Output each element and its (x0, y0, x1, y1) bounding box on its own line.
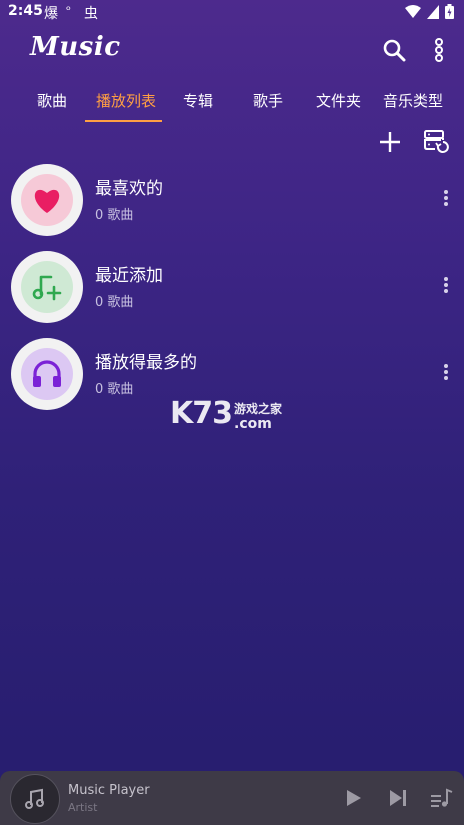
tab-songs[interactable]: 歌曲 (37, 90, 67, 111)
more-options-button[interactable] (425, 36, 453, 64)
playlist-more-button[interactable] (436, 360, 456, 384)
watermark-logo: K73 游戏之家 .com (170, 396, 282, 431)
status-time: 2:45 (8, 3, 43, 19)
album-art (10, 774, 60, 824)
wifi-icon (405, 4, 421, 18)
playlist-avatar (11, 251, 83, 323)
tab-playlists[interactable]: 播放列表 (96, 90, 156, 111)
heart-icon (34, 189, 60, 213)
mini-player[interactable]: Music Player Artist (0, 771, 464, 825)
watermark-com: .com (234, 416, 272, 432)
play-button[interactable] (341, 786, 365, 810)
tab-folders[interactable]: 文件夹 (316, 90, 361, 111)
search-button[interactable] (380, 36, 408, 64)
tab-albums[interactable]: 专辑 (183, 90, 213, 111)
backup-restore-icon (424, 130, 449, 153)
notification-app-icon: ᵒ (66, 3, 71, 17)
avatar-inner (21, 174, 73, 226)
playlist-song-count: 0 歌曲 (95, 295, 134, 310)
music-note-icon (25, 788, 44, 809)
battery-icon (445, 4, 454, 19)
active-tab-indicator (85, 120, 162, 122)
playlist-title: 最喜欢的 (95, 179, 163, 199)
notification-bug-icon: 虫 (84, 6, 98, 22)
more-vertical-icon (444, 277, 448, 293)
queue-music-icon (431, 788, 453, 807)
playlist-avatar (11, 338, 83, 410)
playlist-title: 播放得最多的 (95, 353, 197, 373)
search-icon (383, 39, 406, 62)
play-icon (347, 790, 361, 806)
tab-bar: 歌曲 播放列表 专辑 歌手 文件夹 音乐类型 (0, 84, 464, 124)
signal-icon (427, 4, 439, 19)
player-artist: Artist (68, 801, 98, 814)
restore-playlist-button[interactable] (422, 128, 450, 156)
avatar-inner (21, 261, 73, 313)
music-add-icon (32, 275, 62, 301)
playlist-song-count: 0 歌曲 (95, 382, 134, 397)
watermark-subtext: 游戏之家 .com (234, 403, 282, 431)
playlist-title: 最近添加 (95, 266, 163, 286)
playlist-row-recently-added[interactable]: 最近添加 0 歌曲 (0, 247, 464, 327)
more-vertical-icon (444, 364, 448, 380)
app-logo: Music (30, 32, 121, 62)
plus-icon (380, 132, 400, 152)
tab-artists[interactable]: 歌手 (253, 90, 283, 111)
playlist-more-button[interactable] (436, 186, 456, 210)
playlist-avatar (11, 164, 83, 236)
next-button[interactable] (386, 786, 410, 810)
notification-app-icon: 爆 (44, 6, 58, 22)
playlist-song-count: 0 歌曲 (95, 208, 134, 223)
status-bar: 2:45 爆 ᵒ 虫 (0, 0, 464, 24)
queue-button[interactable] (430, 786, 454, 810)
watermark-text: K73 (170, 396, 233, 431)
tab-genres[interactable]: 音乐类型 (383, 90, 443, 111)
more-vertical-icon (435, 38, 443, 62)
playlist-row-favorites[interactable]: 最喜欢的 0 歌曲 (0, 160, 464, 240)
add-playlist-button[interactable] (376, 128, 404, 156)
more-vertical-icon (444, 190, 448, 206)
avatar-inner (21, 348, 73, 400)
playlist-more-button[interactable] (436, 273, 456, 297)
headphones-icon (33, 360, 61, 387)
player-title: Music Player (68, 783, 150, 798)
watermark-cn: 游戏之家 (234, 402, 283, 416)
skip-next-icon (390, 790, 406, 806)
